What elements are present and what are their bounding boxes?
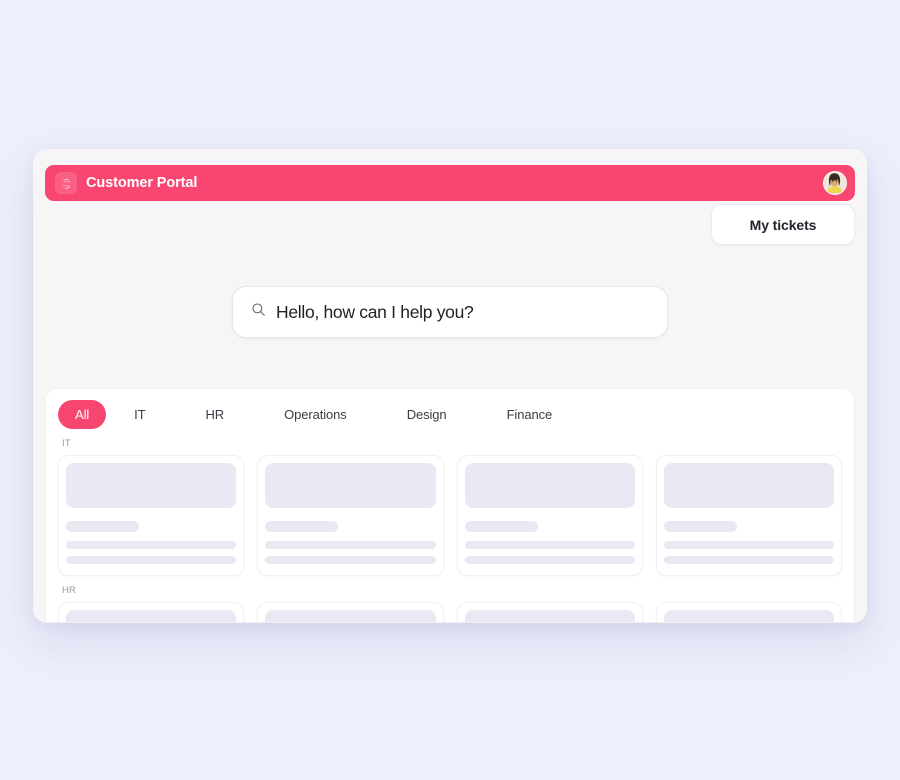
skeleton-thumbnail — [464, 463, 635, 508]
skeleton-thumbnail — [265, 610, 436, 622]
skeleton-thumbnail — [265, 463, 436, 508]
list-item[interactable] — [257, 455, 444, 576]
skeleton-thumbnail — [663, 610, 834, 622]
card-grid-it — [58, 455, 842, 576]
tab-design[interactable]: Design — [393, 400, 461, 429]
group-label-hr: HR — [62, 585, 76, 596]
card-grid-hr — [58, 602, 842, 622]
tab-all-label: All — [75, 407, 90, 422]
search-icon — [251, 302, 266, 322]
avatar[interactable] — [823, 171, 847, 195]
catalog-panel: All IT HR Operations Design Finance IT H… — [45, 388, 855, 623]
list-item[interactable] — [655, 455, 842, 576]
skeleton-thumbnail — [663, 463, 834, 508]
search-input-value: Hello, how can I help you? — [276, 301, 474, 322]
skeleton-text — [663, 556, 834, 564]
list-item[interactable] — [58, 602, 245, 622]
app-window: Customer Portal My tickets Hello, how ca… — [33, 149, 867, 623]
skeleton-title — [464, 521, 538, 532]
portal-hero-area: My tickets Hello, how can I help you? — [33, 201, 867, 388]
tab-it[interactable]: IT — [120, 400, 159, 429]
skeleton-text — [66, 541, 237, 549]
catalog-group-it: IT — [46, 438, 854, 576]
skeleton-thumbnail — [66, 610, 237, 622]
skeleton-title — [663, 521, 737, 532]
skeleton-text — [464, 541, 635, 549]
my-tickets-button[interactable]: My tickets — [711, 204, 855, 245]
list-item[interactable] — [456, 602, 643, 622]
group-label-it: IT — [62, 438, 71, 449]
catalog-group-hr: HR — [46, 585, 854, 622]
skeleton-title — [66, 521, 140, 532]
tab-design-label: Design — [406, 407, 447, 422]
list-item[interactable] — [257, 602, 444, 622]
skeleton-text — [464, 556, 635, 564]
skeleton-text — [66, 556, 237, 564]
skeleton-thumbnail — [464, 610, 635, 622]
page-title: Customer Portal — [86, 175, 198, 191]
tab-hr-label: HR — [205, 407, 225, 422]
skeleton-text — [265, 541, 436, 549]
tab-finance[interactable]: Finance — [493, 400, 567, 429]
category-tabs: All IT HR Operations Design Finance — [46, 389, 854, 429]
tab-all[interactable]: All — [58, 400, 107, 429]
skeleton-text — [663, 541, 834, 549]
search-input[interactable]: Hello, how can I help you? — [232, 286, 668, 338]
tab-hr[interactable]: HR — [192, 400, 239, 429]
list-item[interactable] — [655, 602, 842, 622]
skeleton-text — [265, 556, 436, 564]
my-tickets-label: My tickets — [749, 216, 817, 233]
skeleton-thumbnail — [66, 463, 237, 508]
tab-operations-label: Operations — [284, 407, 347, 422]
list-item[interactable] — [456, 455, 643, 576]
tab-it-label: IT — [134, 407, 146, 422]
skeleton-title — [265, 521, 339, 532]
tab-operations[interactable]: Operations — [270, 400, 361, 429]
s-lightning-logo-icon — [55, 172, 77, 194]
tab-finance-label: Finance — [506, 407, 553, 422]
app-header-bar: Customer Portal — [45, 165, 855, 201]
list-item[interactable] — [58, 455, 245, 576]
